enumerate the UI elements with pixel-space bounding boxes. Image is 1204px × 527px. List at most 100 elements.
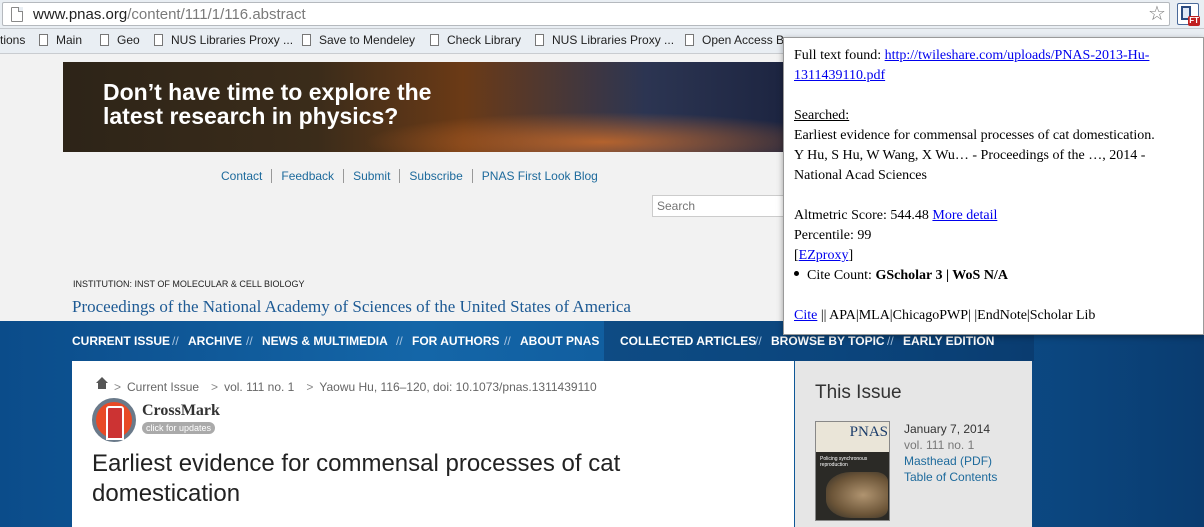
nav-current-issue[interactable]: CURRENT ISSUE <box>72 334 170 348</box>
bookmark-item[interactable]: tions <box>0 33 25 47</box>
issue-cover-image[interactable]: PNAS Policing synchronous reproduction <box>815 421 890 521</box>
bookmark-label: Save to Mendeley <box>319 33 416 47</box>
subscribe-link[interactable]: Subscribe <box>400 169 473 183</box>
cover-logo: PNAS <box>849 424 888 440</box>
cite-link[interactable]: Cite <box>794 308 817 323</box>
fulltext-link-continued[interactable]: 1311439110.pdf <box>794 68 885 83</box>
nav-news-multimedia[interactable]: NEWS & MULTIMEDIA <box>262 334 388 348</box>
browser-toolbar: www.pnas.org/content/111/1/116.abstract … <box>0 0 1204 29</box>
cover-tagline: Policing synchronous reproduction <box>820 456 868 468</box>
crossmark-badge[interactable]: CrossMark click for updates <box>92 398 232 442</box>
cover-header: PNAS <box>816 422 889 452</box>
bookmark-label: Geo <box>117 33 140 47</box>
bookmark-label: Open Access Br <box>702 33 789 47</box>
issue-date: January 7, 2014 <box>904 422 991 436</box>
article-title: Earliest evidence for commensal processe… <box>92 450 621 507</box>
bookmark-label: NUS Libraries Proxy ... <box>171 33 294 47</box>
nav-about-pnas[interactable]: ABOUT PNAS <box>520 334 599 348</box>
bookmark-item[interactable]: NUS Libraries Proxy ... <box>154 33 293 47</box>
bookmark-item[interactable]: Main <box>39 33 82 47</box>
fulltext-popup: Full text found: http://twileshare.com/u… <box>783 37 1204 335</box>
nav-separator: // <box>172 334 179 348</box>
feedback-link[interactable]: Feedback <box>272 169 345 183</box>
top-nav: Contact Feedback Submit Subscribe PNAS First… <box>221 169 607 183</box>
crossmark-title: CrossMark <box>142 402 220 419</box>
home-icon[interactable] <box>96 377 108 392</box>
percentile: Percentile: 99 <box>794 228 872 243</box>
search-box <box>652 195 792 217</box>
nav-collected-articles[interactable]: COLLECTED ARTICLES <box>620 334 756 348</box>
url-host: www.pnas.org <box>33 6 128 23</box>
ezproxy-link[interactable]: EZproxy <box>799 248 849 263</box>
nav-separator: // <box>504 334 511 348</box>
folder-icon <box>39 34 48 46</box>
cite-line: Cite || APA|MLA|ChicagoPWP| |EndNote|Sch… <box>794 306 1095 326</box>
bookmark-item[interactable]: Geo <box>100 33 140 47</box>
nav-separator: // <box>887 334 894 348</box>
banner-text: Don’t have time to explore the latest re… <box>103 79 432 129</box>
more-detail-link[interactable]: More detail <box>932 208 997 223</box>
file-icon <box>430 34 439 46</box>
journal-title[interactable]: Proceedings of the National Academy of S… <box>72 297 631 317</box>
bookmark-item[interactable]: NUS Libraries Proxy ... <box>535 33 674 47</box>
citation-formats: || APA|MLA|ChicagoPWP| |EndNote|Scholar … <box>817 308 1096 323</box>
file-icon <box>302 34 311 46</box>
table-of-contents-link[interactable]: Table of Contents <box>904 470 997 484</box>
searched-title: Earliest evidence for commensal processe… <box>794 128 1155 143</box>
issue-volume: vol. 111 no. 1 <box>904 438 975 452</box>
bookmark-star-icon[interactable]: ☆ <box>1148 4 1166 24</box>
extension-badge: FT <box>1188 16 1200 26</box>
nav-early-edition[interactable]: EARLY EDITION <box>903 334 994 348</box>
breadcrumb-article: Yaowu Hu, 116–120, doi: 10.1073/pnas.131… <box>319 380 597 394</box>
search-input[interactable] <box>653 196 791 216</box>
bookmark-item[interactable]: Check Library <box>430 33 521 47</box>
nav-for-authors[interactable]: FOR AUTHORS <box>412 334 500 348</box>
url-path: /content/111/1/116.abstract <box>127 6 306 23</box>
bookmark-item[interactable]: Save to Mendeley <box>302 33 415 47</box>
file-icon <box>100 34 109 46</box>
nav-separator: // <box>396 334 403 348</box>
file-icon <box>535 34 544 46</box>
cite-count-value: GScholar 3 | WoS N/A <box>875 268 1008 283</box>
bookmark-label: Check Library <box>447 33 522 47</box>
altmetric-score: Altmetric Score: 544.48 <box>794 208 929 223</box>
bookmark-item[interactable]: Open Access Br <box>685 33 788 47</box>
crossmark-subtitle: click for updates <box>142 422 216 434</box>
cover-animal-image <box>826 472 888 518</box>
nav-archive[interactable]: ARCHIVE <box>188 334 242 348</box>
breadcrumb-separator: > <box>306 380 314 394</box>
cite-count-line: Cite Count: GScholar 3 | WoS N/A <box>794 266 1008 286</box>
sidebar-title: This Issue <box>815 382 902 403</box>
breadcrumb-volume[interactable]: vol. 111 no. 1 <box>224 380 294 394</box>
bookmark-label: NUS Libraries Proxy ... <box>552 33 675 47</box>
fulltext-extension-icon[interactable]: FT <box>1177 3 1200 26</box>
breadcrumb-separator: > <box>114 380 122 394</box>
page-icon <box>11 7 23 22</box>
url-text[interactable]: www.pnas.org/content/111/1/116.abstract <box>33 6 306 23</box>
bullet-icon <box>794 271 799 276</box>
altmetric-line: Altmetric Score: 544.48 More detail <box>794 206 997 226</box>
file-icon <box>685 34 694 46</box>
bookmark-label: tions <box>0 33 26 47</box>
crossmark-icon <box>92 398 136 442</box>
contact-link[interactable]: Contact <box>221 169 273 183</box>
searched-authors: Y Hu, S Hu, W Wang, X Wu… - Proceedings … <box>794 148 1146 163</box>
masthead-link[interactable]: Masthead (PDF) <box>904 454 992 468</box>
nav-browse-by-topic[interactable]: BROWSE BY TOPIC <box>771 334 885 348</box>
breadcrumb-current-issue[interactable]: Current Issue <box>127 380 199 394</box>
fulltext-link[interactable]: http://twileshare.com/uploads/PNAS-2013-… <box>885 48 1150 63</box>
fulltext-line-2: 1311439110.pdf <box>794 66 885 86</box>
article-content: > Current Issue > vol. 111 no. 1 > Yaowu Hu, … <box>72 361 794 527</box>
institution-label: Institution: INST OF MOLECULAR & CELL BI… <box>73 279 305 289</box>
fulltext-label: Full text found: <box>794 48 882 63</box>
breadcrumb-separator: > <box>211 380 219 394</box>
breadcrumb: > Current Issue > vol. 111 no. 1 > Yaowu Hu, … <box>96 377 603 394</box>
submit-link[interactable]: Submit <box>344 169 401 183</box>
ad-banner[interactable]: Don’t have time to explore the latest re… <box>63 62 791 152</box>
fulltext-line: Full text found: http://twileshare.com/u… <box>794 46 1149 66</box>
first-look-blog-link[interactable]: PNAS First Look Blog <box>473 169 607 183</box>
searched-publisher: National Acad Sciences <box>794 168 927 183</box>
address-bar[interactable]: www.pnas.org/content/111/1/116.abstract … <box>2 2 1170 26</box>
nav-separator: // <box>755 334 762 348</box>
file-icon <box>154 34 163 46</box>
